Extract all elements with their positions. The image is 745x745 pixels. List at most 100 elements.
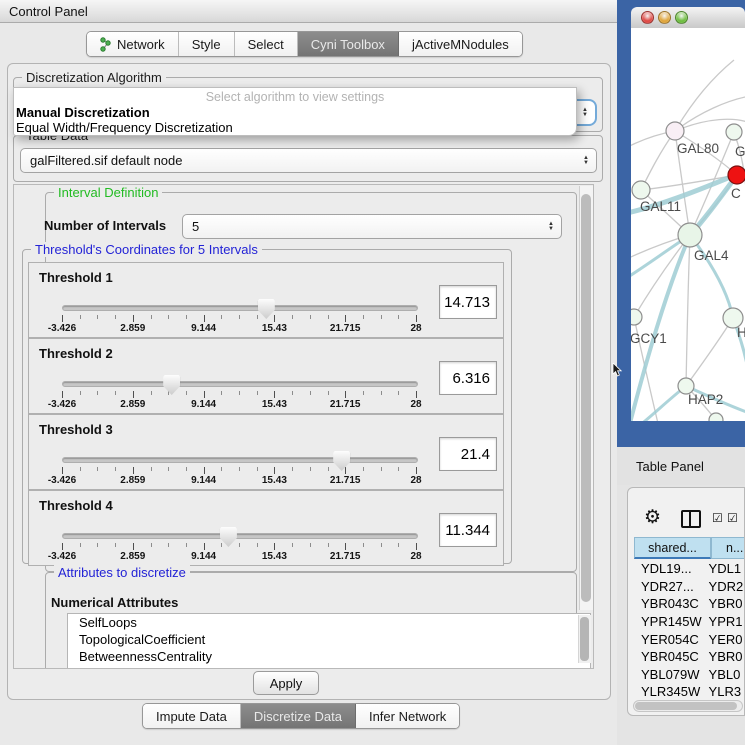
network-node[interactable] — [666, 122, 684, 140]
network-node[interactable] — [632, 181, 650, 199]
tab-style[interactable]: Style — [179, 32, 235, 56]
tab-select[interactable]: Select — [235, 32, 298, 56]
threshold-label: Threshold 1 — [39, 270, 113, 285]
slider-tick — [62, 315, 63, 322]
threshold-value-field[interactable]: 11.344 — [439, 513, 497, 547]
cell-shared-name[interactable]: YLR345W — [634, 684, 707, 699]
network-window-titlebar[interactable] — [631, 7, 745, 29]
slider-tick — [257, 315, 258, 319]
network-node[interactable] — [631, 309, 642, 325]
threshold-slider-track[interactable] — [62, 305, 418, 311]
tab-jactivemnodules[interactable]: jActiveMNodules — [399, 32, 522, 56]
tab-cyni-toolbox[interactable]: Cyni Toolbox — [298, 32, 399, 56]
threshold-value-field[interactable]: 14.713 — [439, 285, 497, 319]
slider-tick — [151, 315, 152, 319]
slider-tick — [151, 391, 152, 395]
control-panel-tabs: NetworkStyleSelectCyni ToolboxjActiveMNo… — [86, 31, 523, 57]
threshold-slider-thumb[interactable] — [163, 375, 180, 395]
slider-tick — [168, 315, 169, 319]
attributes-list-scrollbar-thumb[interactable] — [580, 617, 589, 661]
network-node[interactable] — [709, 413, 723, 421]
cell-name[interactable]: YBR0 — [707, 596, 745, 611]
checkbox-select-all-icon[interactable]: ☑ — [712, 511, 723, 525]
threshold-slider-track[interactable] — [62, 457, 418, 463]
cell-shared-name[interactable]: YBR045C — [634, 649, 707, 664]
table-row[interactable]: YBR045CYBR0 — [634, 648, 745, 666]
threshold-value-field[interactable]: 21.4 — [439, 437, 497, 471]
checkbox-select-none-icon[interactable]: ☑ — [727, 511, 738, 525]
slider-tick — [115, 391, 116, 395]
slider-tick — [151, 543, 152, 547]
network-canvas[interactable]: GAL80G.CGAL11GAL4GCY1HHAP2 — [631, 28, 745, 421]
attribute-list-item[interactable]: TopologicalCoefficient — [68, 631, 590, 648]
settings-scrollpane: Interval Definition Number of Intervals … — [13, 184, 594, 669]
algorithm-option-manual[interactable]: Manual Discretization — [14, 105, 576, 120]
cell-name[interactable]: YBL0 — [707, 667, 745, 682]
settings-scrollbar-thumb[interactable] — [581, 194, 591, 602]
cell-shared-name[interactable]: YBL079W — [634, 667, 707, 682]
number-of-intervals-select[interactable]: 5 ▲▼ — [182, 214, 562, 239]
attribute-list-item[interactable]: BetweennessCentrality — [68, 648, 590, 665]
network-node[interactable] — [728, 166, 745, 184]
network-edge[interactable] — [641, 131, 675, 190]
threshold-slider-track[interactable] — [62, 533, 418, 539]
cell-name[interactable]: YDR2 — [707, 579, 745, 594]
slider-tick-label: 9.144 — [191, 475, 216, 486]
cell-shared-name[interactable]: YBR043C — [634, 596, 707, 611]
slider-tick-label: -3.426 — [48, 475, 76, 486]
algorithm-popup-header: Select algorithm to view settings — [14, 89, 576, 105]
slider-tick — [204, 543, 205, 550]
numerical-attributes-list[interactable]: SelfLoopsTopologicalCoefficientBetweenne… — [67, 613, 591, 669]
threshold-slider-thumb[interactable] — [258, 299, 275, 319]
threshold-slider-thumb[interactable] — [220, 527, 237, 547]
mac-zoom-button[interactable] — [675, 11, 688, 24]
network-edge[interactable] — [675, 60, 734, 131]
cell-shared-name[interactable]: YDR27... — [634, 579, 707, 594]
tab-network[interactable]: Network — [87, 32, 179, 56]
slider-tick — [204, 391, 205, 398]
network-edge[interactable] — [686, 235, 690, 386]
apply-button[interactable]: Apply — [253, 671, 319, 695]
tab-discretize-data[interactable]: Discretize Data — [241, 704, 356, 728]
table-row[interactable]: YBR043CYBR0 — [634, 595, 745, 613]
slider-tick — [292, 315, 293, 319]
cell-name[interactable]: YDL1 — [707, 561, 745, 576]
split-columns-icon[interactable] — [681, 510, 701, 528]
mac-close-button[interactable] — [641, 11, 654, 24]
cell-name[interactable]: YLR3 — [707, 684, 745, 699]
cell-name[interactable]: YER0 — [707, 632, 745, 647]
table-row[interactable]: YDL19...YDL1 — [634, 560, 745, 578]
algorithm-option-equal-width[interactable]: Equal Width/Frequency Discretization — [14, 120, 576, 135]
network-node[interactable] — [726, 124, 742, 140]
tab-infer-network[interactable]: Infer Network — [356, 704, 459, 728]
table-row[interactable]: YER054CYER0 — [634, 630, 745, 648]
cell-shared-name[interactable]: YDL19... — [634, 561, 707, 576]
column-header-shared-name[interactable]: shared... — [634, 537, 711, 559]
table-hscrollbar-thumb[interactable] — [635, 702, 737, 710]
table-data-select[interactable]: galFiltered.sif default node ▲▼ — [20, 148, 597, 173]
tab-impute-data[interactable]: Impute Data — [143, 704, 241, 728]
table-row[interactable]: YDR27...YDR2 — [634, 578, 745, 596]
cell-name[interactable]: YBR0 — [707, 649, 745, 664]
settings-gear-icon[interactable]: ⚙ — [644, 506, 661, 529]
cell-name[interactable]: YPR1 — [707, 614, 745, 629]
thresholds-group: Threshold's Coordinates for 5 Intervals … — [22, 249, 512, 564]
mac-minimize-button[interactable] — [658, 11, 671, 24]
table-row[interactable]: YBL079WYBL0 — [634, 666, 745, 684]
threshold-slider-thumb[interactable] — [333, 451, 350, 471]
cell-shared-name[interactable]: YPR145W — [634, 614, 707, 629]
threshold-value-field[interactable]: 6.316 — [439, 361, 497, 395]
column-header-name[interactable]: n... — [711, 537, 745, 559]
network-edge[interactable] — [686, 318, 733, 386]
slider-tick — [97, 543, 98, 547]
network-node[interactable] — [678, 223, 702, 247]
table-row[interactable]: YLR345WYLR3 — [634, 683, 745, 700]
slider-tick — [345, 467, 346, 474]
table-row[interactable]: YPR145WYPR1 — [634, 613, 745, 631]
cell-shared-name[interactable]: YER054C — [634, 632, 707, 647]
network-graph[interactable]: GAL80G.CGAL11GAL4GCY1HHAP2 — [631, 28, 745, 421]
threshold-slider-track[interactable] — [62, 381, 418, 387]
slider-tick — [115, 315, 116, 319]
slider-tick — [345, 543, 346, 550]
attribute-list-item[interactable]: SelfLoops — [68, 614, 590, 631]
